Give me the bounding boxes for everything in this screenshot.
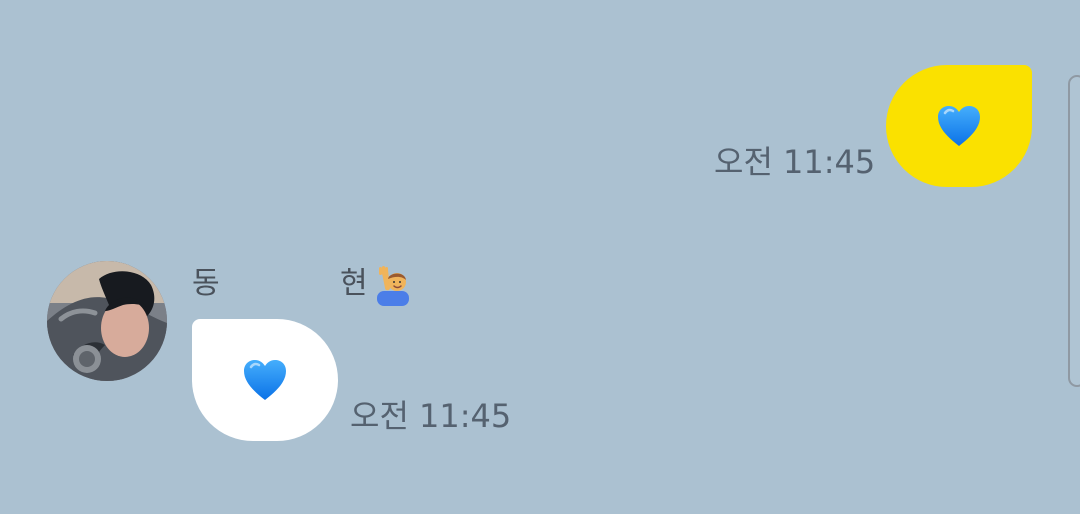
chat-scrollbar[interactable]: [1068, 75, 1080, 387]
sender-name-part-2: 현: [340, 266, 368, 301]
sender-name-part-1: 동: [192, 266, 220, 301]
chat-room: 오전 11:45 동 현 오전 11:45: [0, 0, 1080, 514]
blue-heart-icon: [244, 360, 286, 400]
sender-avatar[interactable]: [47, 261, 167, 381]
incoming-message-bubble[interactable]: [192, 319, 338, 441]
person-raising-hand-icon: [377, 266, 409, 306]
message-timestamp: 오전 11:45: [350, 397, 512, 435]
sender-name[interactable]: 동 현: [192, 262, 422, 306]
message-timestamp: 오전 11:45: [714, 143, 876, 181]
blue-heart-icon: [938, 106, 980, 146]
profile-photo-icon: [47, 261, 167, 381]
outgoing-message-bubble[interactable]: [886, 65, 1032, 187]
